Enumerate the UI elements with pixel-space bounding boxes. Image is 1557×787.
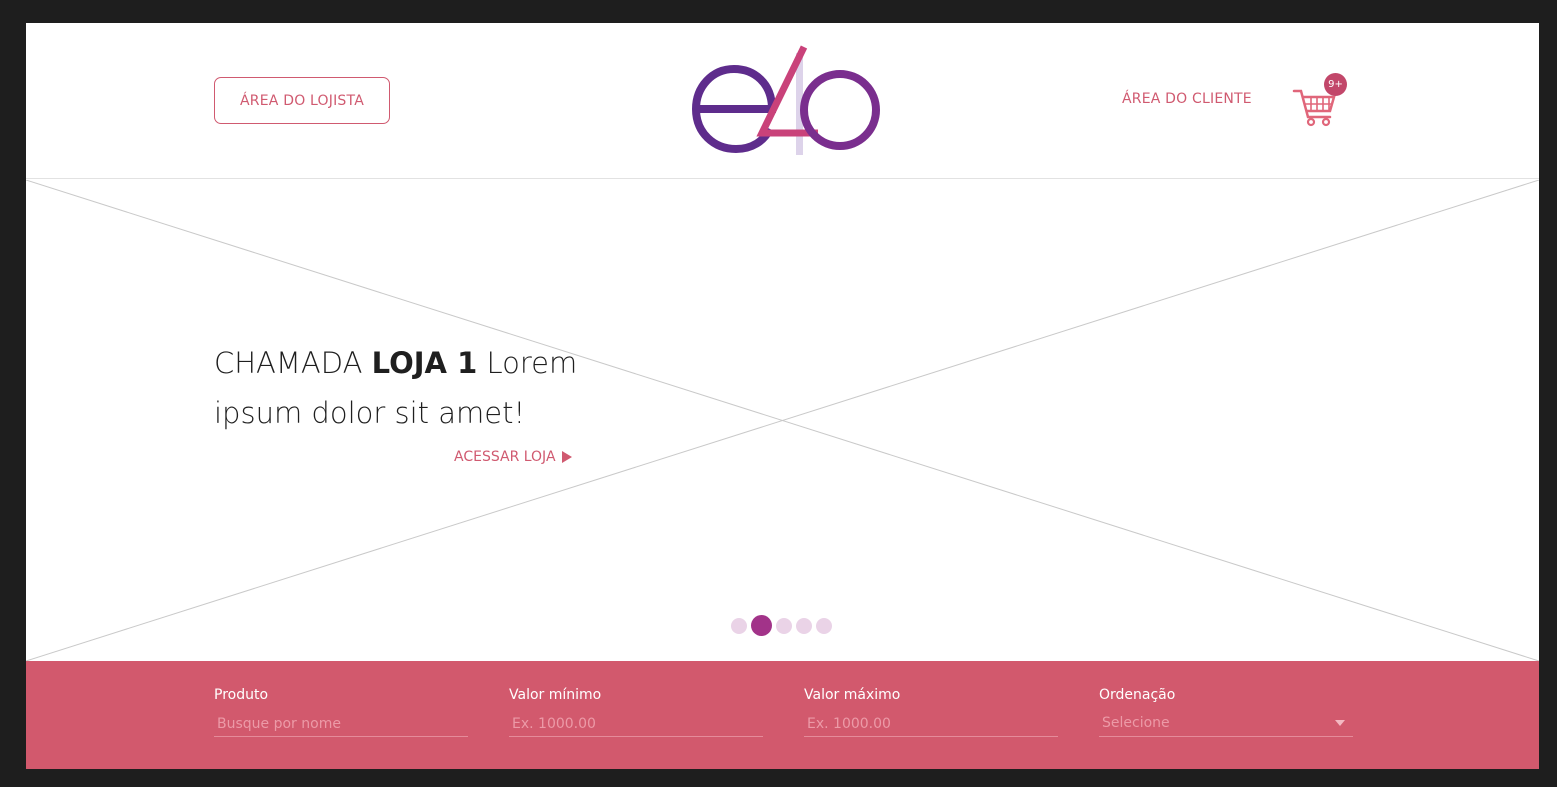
merchant-area-label: ÁREA DO LOJISTA	[240, 92, 364, 109]
header: ÁREA DO LOJISTA ÁREA DO CLIENTE 9+	[26, 23, 1539, 179]
hero-headline: CHAMADA LOJA 1 Lorem ipsum dolor sit ame…	[214, 338, 614, 438]
page: ÁREA DO LOJISTA ÁREA DO CLIENTE 9+ CHAMA…	[26, 23, 1539, 769]
min-value-label: Valor mínimo	[509, 687, 602, 703]
max-value-input[interactable]	[804, 711, 1058, 737]
carousel-dot-2[interactable]	[751, 615, 772, 636]
min-value-input[interactable]	[509, 711, 763, 737]
merchant-area-button[interactable]: ÁREA DO LOJISTA	[214, 77, 390, 124]
carousel-dot-4[interactable]	[796, 617, 812, 634]
cart-count-badge: 9+	[1324, 73, 1347, 96]
max-value-label: Valor máximo	[804, 687, 901, 703]
product-filter: Produto	[214, 687, 468, 737]
sort-label: Ordenação	[1099, 687, 1176, 703]
carousel-dot-3[interactable]	[776, 617, 792, 634]
chevron-down-icon	[1335, 720, 1345, 726]
carousel-dot-5[interactable]	[816, 617, 832, 634]
product-search-input[interactable]	[214, 711, 468, 737]
sort-filter: Ordenação Selecione	[1099, 687, 1353, 737]
filter-bar: Produto Valor mínimo Valor máximo Ordena…	[26, 661, 1539, 769]
headline-store: LOJA 1	[371, 346, 478, 380]
hero-banner[interactable]: CHAMADA LOJA 1 Lorem ipsum dolor sit ame…	[26, 180, 1539, 661]
carousel-dot-1[interactable]	[731, 617, 747, 634]
e4o-logo[interactable]	[690, 43, 880, 159]
access-store-label: ACESSAR LOJA	[454, 449, 556, 465]
carousel-dots	[731, 615, 832, 636]
sort-select[interactable]: Selecione	[1099, 711, 1353, 737]
min-value-filter: Valor mínimo	[509, 687, 763, 737]
product-label: Produto	[214, 687, 269, 703]
headline-prefix: CHAMADA	[214, 346, 372, 380]
cart-button[interactable]: 9+	[1292, 73, 1350, 127]
max-value-filter: Valor máximo	[804, 687, 1058, 737]
play-arrow-icon	[561, 451, 572, 463]
sort-selected-value: Selecione	[1102, 715, 1170, 731]
client-area-link[interactable]: ÁREA DO CLIENTE	[1122, 91, 1252, 107]
access-store-link[interactable]: ACESSAR LOJA	[454, 449, 572, 465]
